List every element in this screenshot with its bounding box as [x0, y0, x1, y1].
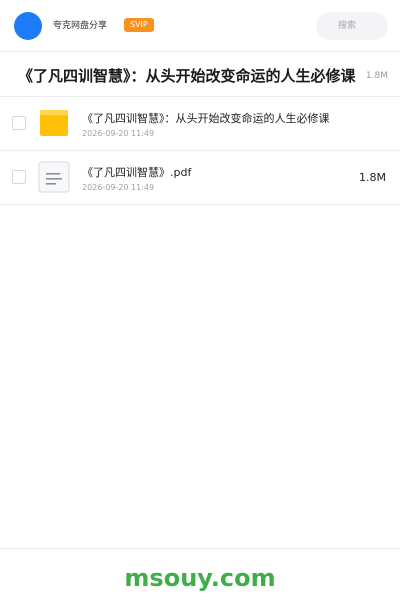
select-checkbox[interactable] — [12, 170, 26, 184]
file-size: 1.8M — [359, 171, 386, 184]
footer-bar: msouy.com — [0, 548, 400, 600]
user-avatar[interactable] — [14, 12, 42, 40]
file-name[interactable]: 《了凡四训智慧》：从头开始改变命运的人生必修课 — [82, 112, 330, 126]
folder-icon — [40, 110, 68, 136]
file-name[interactable]: 《了凡四训智慧》.pdf — [82, 166, 191, 180]
file-list: 《了凡四训智慧》：从头开始改变命运的人生必修课 2026-09-20 11:49… — [0, 97, 400, 205]
file-date: 2026-09-20 11:49 — [82, 183, 155, 192]
share-header: 夸克网盘分享 SVIP 搜索 — [0, 0, 400, 52]
list-item[interactable]: 《了凡四训智慧》：从头开始改变命运的人生必修课 2026-09-20 11:49 — [0, 97, 400, 151]
search-input[interactable]: 搜索 — [316, 12, 388, 40]
list-item[interactable]: 《了凡四训智慧》.pdf 2026-09-20 11:49 1.8M — [0, 151, 400, 205]
file-date: 2026-09-20 11:49 — [82, 129, 155, 138]
document-icon — [38, 161, 70, 193]
watermark: msouy.com — [124, 564, 276, 592]
app-name: 夸克网盘分享 — [53, 21, 108, 31]
page-title: 《了凡四训智慧》：从头开始改变命运的人生必修课 — [18, 67, 356, 85]
svip-badge: SVIP — [124, 18, 154, 32]
folder-size: 1.8M — [365, 71, 388, 81]
folder-title-row: 《了凡四训智慧》：从头开始改变命运的人生必修课 1.8M — [0, 53, 400, 97]
select-checkbox[interactable] — [12, 116, 26, 130]
